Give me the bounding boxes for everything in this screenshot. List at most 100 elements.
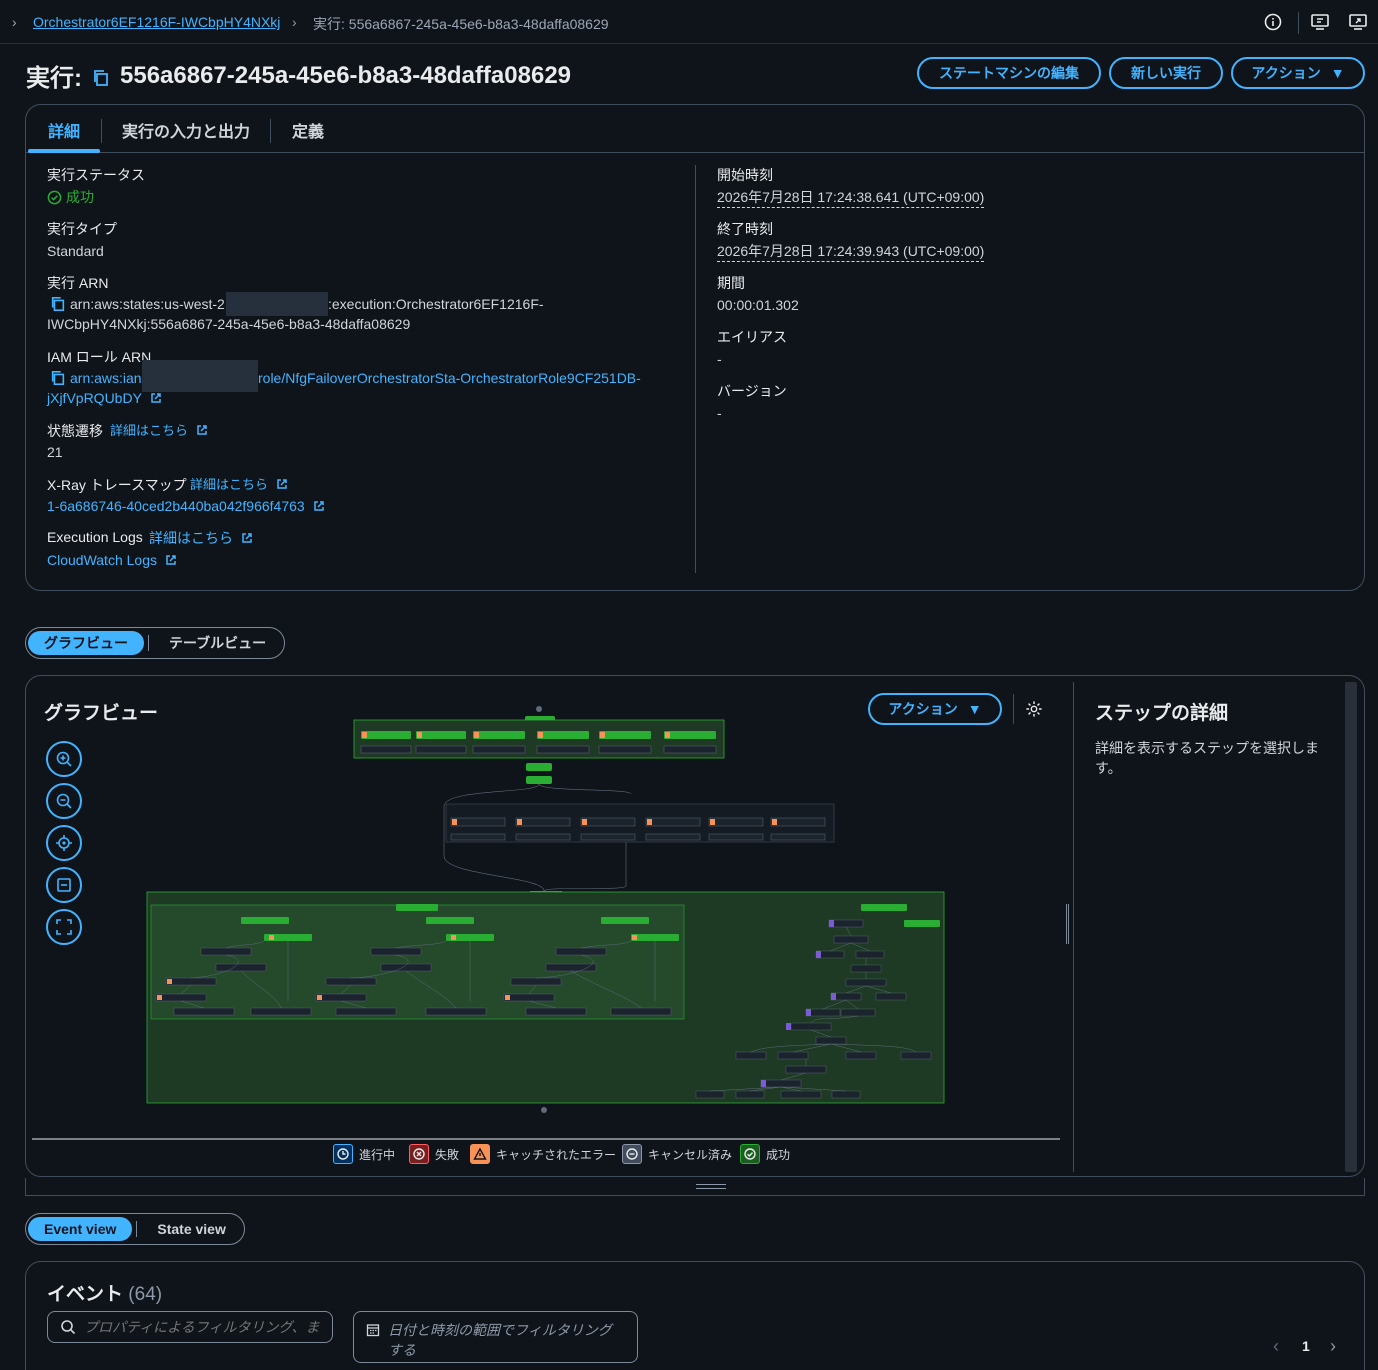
legend-cancelled: キャンセル済み <box>622 1144 732 1164</box>
learn-more-text[interactable]: 詳細はこちら <box>149 530 233 546</box>
status-value: 成功 <box>47 187 94 207</box>
current-page[interactable]: 1 <box>1302 1338 1310 1354</box>
duration-value: 00:00:01.302 <box>717 297 799 313</box>
divider <box>270 119 271 143</box>
copy-icon[interactable] <box>92 69 110 87</box>
state-view-button[interactable]: State view <box>141 1217 241 1241</box>
event-view-button[interactable]: Event view <box>28 1217 133 1241</box>
cancel-icon <box>622 1144 642 1164</box>
chevron-right-icon[interactable]: › <box>1330 1336 1336 1357</box>
cloudwatch-logs-link[interactable]: CloudWatch Logs <box>47 550 177 570</box>
graph-node[interactable] <box>526 776 552 784</box>
tab-details[interactable]: 詳細 <box>48 118 80 142</box>
screen-share-icon[interactable] <box>1348 12 1368 32</box>
alias-label: エイリアス <box>717 329 787 345</box>
event-filter-input[interactable] <box>84 1319 324 1335</box>
events-heading: イベント (64) <box>47 1279 162 1306</box>
graph-resize-bar[interactable] <box>25 1178 1365 1196</box>
actions-label: アクション <box>1251 65 1321 81</box>
external-link-icon <box>276 479 287 489</box>
details-card: 詳細 実行の入力と出力 定義 実行ステータス 成功 実行タイプ Standard… <box>25 104 1365 591</box>
step-details-hint: 詳細を表示するステップを選択します。 <box>1095 740 1319 776</box>
breadcrumb-current: 実行: 556a6867-245a-45e6-b8a3-48daffa08629 <box>313 16 609 32</box>
legend-label: 失敗 <box>435 1147 460 1162</box>
end-time-value[interactable]: 2026年7月28日 17:24:39.943 (UTC+09:00) <box>717 241 985 262</box>
actions-dropdown-button[interactable]: アクション ▼ <box>1231 57 1365 89</box>
divider <box>1298 12 1299 34</box>
legend-label: キャッチされたエラー <box>496 1147 617 1162</box>
arn-label: 実行 ARN <box>47 275 109 291</box>
execution-id: 556a6867-245a-45e6-b8a3-48daffa08629 <box>120 61 572 89</box>
graph-view-toggle[interactable]: グラフビュー <box>28 631 144 655</box>
graph-card: グラフビュー アクション ▼ 進行中 失敗 キャッチされたエラー キャンセル済み… <box>25 675 1365 1177</box>
xray-label: X-Ray トレースマップ <box>47 477 187 493</box>
event-filter-field[interactable] <box>47 1311 333 1343</box>
tab-definition[interactable]: 定義 <box>292 118 324 142</box>
iam-role-link-text[interactable]: jXjfVpRQUbDY <box>47 390 142 406</box>
learn-more-text[interactable]: 詳細はこちら <box>110 423 188 438</box>
transitions-value: 21 <box>47 444 63 460</box>
step-details-title: ステップの詳細 <box>1095 703 1229 724</box>
status-label: 実行ステータス <box>47 167 145 183</box>
end-node <box>541 1107 547 1113</box>
legend-succeeded: 成功 <box>740 1144 790 1164</box>
copy-icon[interactable] <box>50 296 66 312</box>
caret-down-icon: ▼ <box>1330 65 1345 81</box>
tab-input-output[interactable]: 実行の入力と出力 <box>122 118 250 142</box>
new-execution-button[interactable]: 新しい実行 <box>1109 57 1223 89</box>
chevron-left-icon[interactable]: ‹ <box>1273 1336 1279 1357</box>
chevron-right-icon: › <box>292 14 297 30</box>
iam-role-link-part-1[interactable]: arn:aws:ian <box>70 368 142 388</box>
external-link-icon <box>313 501 324 511</box>
transitions-label: 状態遷移 <box>47 423 103 439</box>
events-card: イベント (64) 日付と時刻の範囲でフィルタリングする ‹ 1 › <box>25 1261 1365 1370</box>
graph-edge <box>443 842 627 892</box>
external-link-icon <box>166 555 176 565</box>
events-title: イベント <box>47 1284 124 1305</box>
cloudwatch-logs-text[interactable]: CloudWatch Logs <box>47 552 157 568</box>
legend-label: キャンセル済み <box>648 1147 733 1162</box>
xray-trace-id[interactable]: 1-6a686746-40ced2b440ba042f966f4763 <box>47 498 305 514</box>
type-value: Standard <box>47 243 104 259</box>
xray-learn-more[interactable]: 詳細はこちら <box>190 475 288 495</box>
learn-more-text[interactable]: 詳細はこちら <box>190 477 268 492</box>
top-bar: › Orchestrator6EF1216F-IWCbpHY4NXkj › 実行… <box>0 0 1378 44</box>
start-time-value[interactable]: 2026年7月28日 17:24:38.641 (UTC+09:00) <box>717 187 985 208</box>
version-label: バージョン <box>717 383 787 399</box>
copy-icon[interactable] <box>50 370 66 386</box>
start-node <box>536 706 542 712</box>
external-link-icon <box>150 393 161 403</box>
divider <box>136 1221 138 1237</box>
logs-learn-more[interactable]: 詳細はこちら <box>149 528 253 548</box>
divider <box>1073 682 1074 1172</box>
external-link-icon <box>242 533 252 543</box>
iam-role-link-part-2[interactable]: role/NfgFailoverOrchestratorSta-Orchestr… <box>258 368 641 388</box>
breadcrumb-state-machine[interactable]: Orchestrator6EF1216F-IWCbpHY4NXkj <box>33 14 280 30</box>
page-title: 実行: 556a6867-245a-45e6-b8a3-48daffa08629 <box>26 58 571 93</box>
transitions-learn-more[interactable]: 詳細はこちら <box>110 421 208 441</box>
legend-label: 進行中 <box>359 1147 396 1162</box>
legend-in-progress: 進行中 <box>333 1144 395 1164</box>
chevron-right-icon[interactable]: › <box>12 14 22 30</box>
divider <box>148 635 149 651</box>
redacted-account-id <box>226 292 328 316</box>
drag-handle-icon[interactable] <box>696 1184 726 1189</box>
scrollbar[interactable] <box>1345 682 1357 1172</box>
error-x-icon <box>409 1144 429 1164</box>
panel-resize-handle[interactable] <box>1066 904 1069 944</box>
info-icon[interactable] <box>1263 12 1283 32</box>
column-divider <box>695 165 696 573</box>
table-view-toggle[interactable]: テーブルビュー <box>153 631 282 655</box>
iam-role-link-line-2[interactable]: jXjfVpRQUbDY <box>47 388 162 408</box>
duration-label: 期間 <box>717 275 745 291</box>
graph-node[interactable] <box>526 763 552 771</box>
xray-trace-link[interactable]: 1-6a686746-40ced2b440ba042f966f4763 <box>47 496 325 516</box>
legend-caught-error: キャッチされたエラー <box>470 1144 616 1164</box>
date-range-filter[interactable]: 日付と時刻の範囲でフィルタリングする <box>353 1311 638 1363</box>
type-label: 実行タイプ <box>47 221 117 237</box>
workflow-graph[interactable] <box>26 676 1066 1146</box>
edit-state-machine-button[interactable]: ステートマシンの編集 <box>917 57 1101 89</box>
feedback-icon[interactable] <box>1310 12 1330 32</box>
version-value: - <box>717 405 722 421</box>
warning-icon <box>470 1144 490 1164</box>
